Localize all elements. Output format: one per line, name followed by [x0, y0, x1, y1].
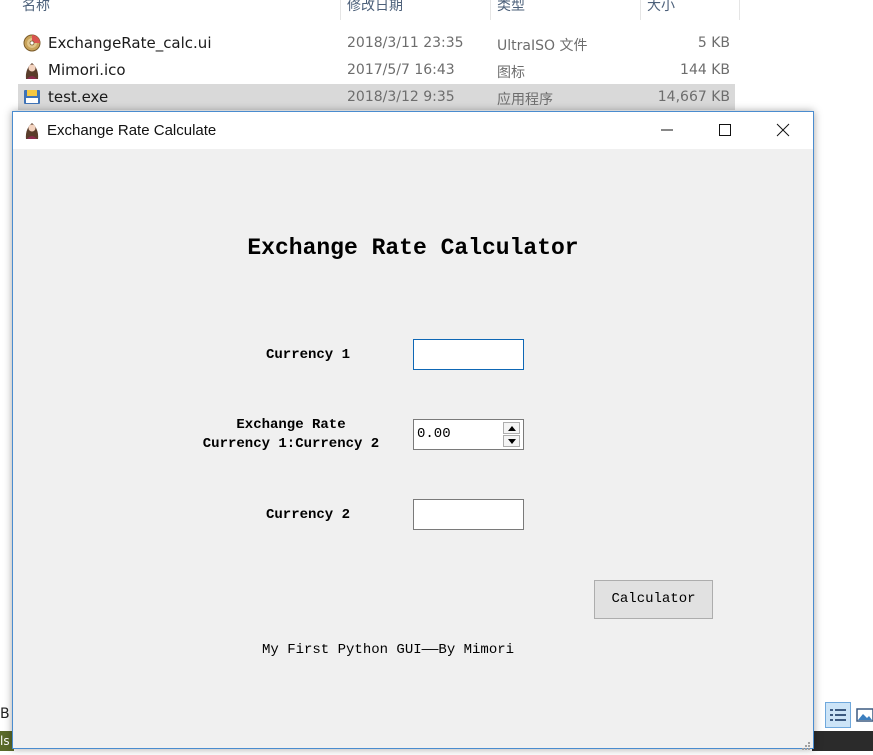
minimize-icon	[661, 129, 673, 131]
currency1-label: Currency 1	[265, 347, 350, 363]
column-header-size[interactable]: 大小	[647, 0, 675, 20]
maximize-button[interactable]	[696, 112, 754, 149]
file-name: Mimori.ico	[48, 61, 126, 79]
exchange-rate-label-line1: Exchange Rate	[236, 417, 346, 433]
column-divider[interactable]	[640, 0, 641, 20]
currency2-input[interactable]	[413, 499, 524, 530]
footer-credit: My First Python GUI——By Mimori	[262, 642, 515, 658]
file-row[interactable]: test.exe 2018/3/12 9:35 应用程序 14,667 KB	[18, 84, 735, 110]
large-icons-view-icon	[853, 708, 873, 731]
arrow-down-icon	[508, 439, 516, 444]
close-icon	[776, 123, 790, 137]
details-view-button[interactable]	[825, 702, 851, 728]
title-bar[interactable]: Exchange Rate Calculate	[13, 112, 813, 149]
app-avatar-icon	[23, 121, 41, 139]
status-bar-text: B	[0, 706, 10, 722]
spin-up-button[interactable]	[503, 422, 520, 434]
minimize-button[interactable]	[638, 112, 696, 149]
file-size: 144 KB	[680, 62, 730, 78]
exchange-rate-value: 0.00	[417, 426, 451, 442]
file-type: UltraISO 文件	[497, 38, 588, 54]
close-button[interactable]	[754, 112, 812, 149]
column-header-type[interactable]: 类型	[497, 0, 525, 20]
maximize-icon	[719, 124, 731, 136]
column-divider[interactable]	[490, 0, 491, 20]
file-name: ExchangeRate_calc.ui	[48, 34, 212, 52]
arrow-up-icon	[508, 426, 516, 431]
exchange-rate-spinbox[interactable]: 0.00	[413, 419, 524, 450]
large-icons-view-button[interactable]	[852, 702, 873, 728]
exchange-rate-label-line2: Currency 1:Currency 2	[202, 436, 380, 452]
exchange-rate-label: Exchange Rate Currency 1:Currency 2	[193, 417, 389, 452]
file-date: 2017/5/7 16:43	[347, 62, 455, 78]
exe-file-icon	[23, 88, 41, 106]
column-header-date[interactable]: 修改日期	[347, 0, 403, 20]
file-date: 2018/3/12 9:35	[347, 89, 455, 105]
file-row[interactable]: ExchangeRate_calc.ui 2018/3/11 23:35 Ult…	[18, 30, 735, 56]
calculator-button[interactable]: Calculator	[594, 580, 713, 619]
currency1-input[interactable]	[413, 339, 524, 370]
spin-down-button[interactable]	[503, 435, 520, 447]
currency2-label: Currency 2	[265, 507, 350, 523]
file-type: 图标	[497, 65, 525, 81]
app-window: Exchange Rate Calculate Exchange Rate Ca…	[12, 111, 814, 750]
file-name: test.exe	[48, 88, 109, 106]
app-heading: Exchange Rate Calculator	[247, 235, 579, 261]
resize-grip-icon[interactable]	[801, 736, 811, 750]
file-size: 14,667 KB	[657, 89, 730, 105]
disc-file-icon	[23, 34, 41, 52]
file-type: 应用程序	[497, 92, 553, 108]
column-divider[interactable]	[739, 0, 740, 20]
details-view-icon	[826, 709, 850, 731]
file-size: 5 KB	[697, 35, 730, 51]
file-row[interactable]: Mimori.ico 2017/5/7 16:43 图标 144 KB	[18, 57, 735, 83]
window-title: Exchange Rate Calculate	[47, 122, 217, 139]
column-divider[interactable]	[340, 0, 341, 20]
taskbar	[812, 731, 873, 751]
column-header-name[interactable]: 名称	[22, 0, 50, 20]
avatar-file-icon	[23, 61, 41, 79]
file-date: 2018/3/11 23:35	[347, 35, 464, 51]
